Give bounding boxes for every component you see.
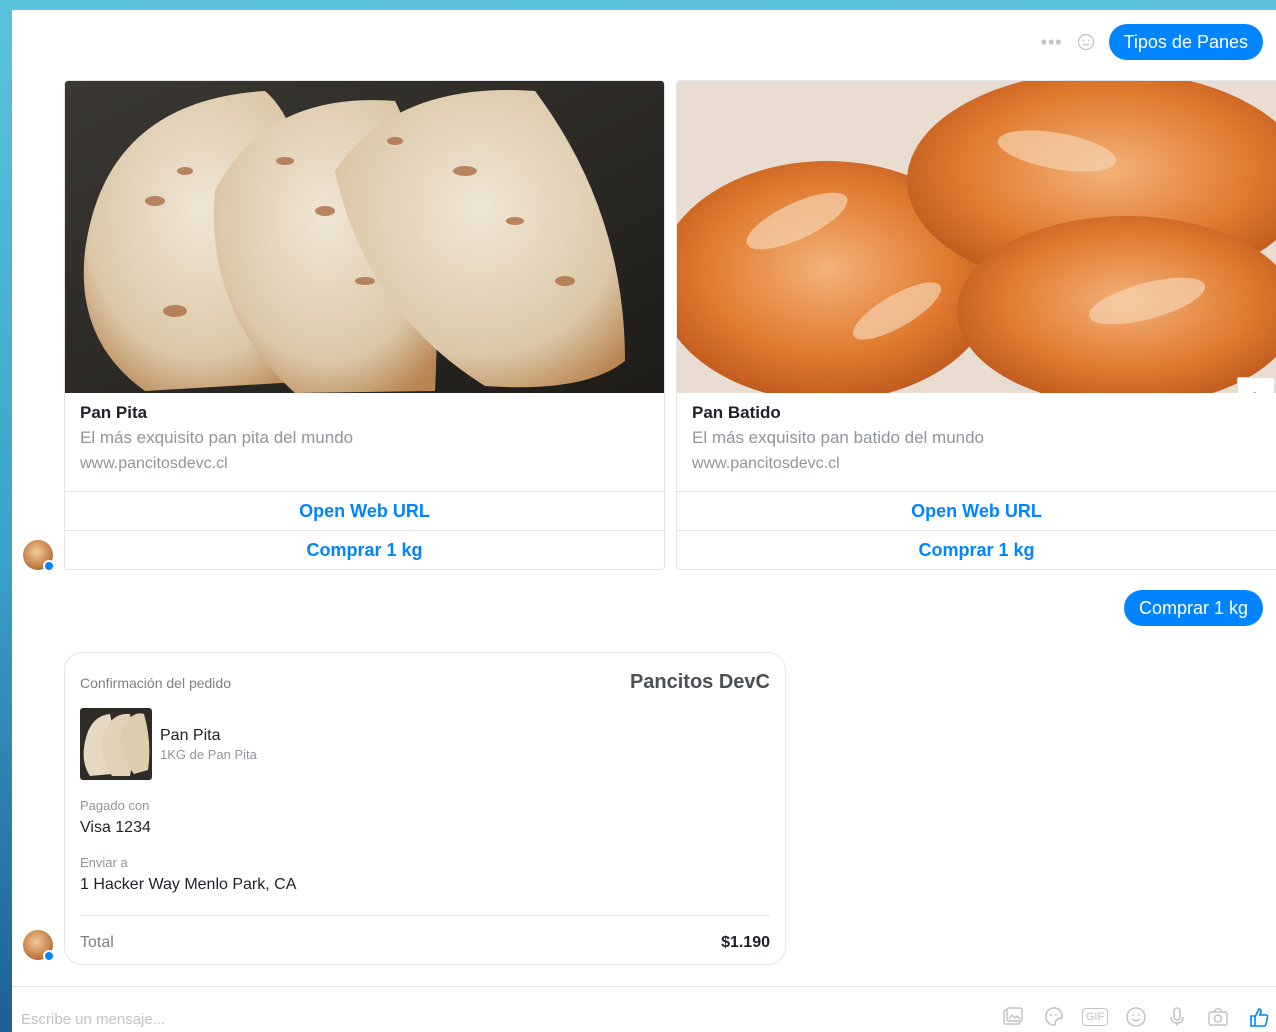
ship-to-value: 1 Hacker Way Menlo Park, CA [80,876,297,893]
total-value: $1.190 [721,934,770,951]
comprar-button[interactable]: Comprar 1 kg [65,531,664,569]
messenger-badge-icon [43,950,55,962]
pan-batido-image[interactable]: › [677,81,1276,393]
total-label: Total [80,934,114,951]
item-description: 1KG de Pan Pita [160,746,257,762]
card-url[interactable]: www.pancitosdevc.cl [692,451,1261,477]
microphone-icon[interactable] [1162,1002,1192,1032]
item-name: Pan Pita [160,726,221,744]
image-icon[interactable] [998,1002,1028,1032]
paid-with-label: Pagado con [80,798,150,813]
open-web-url-button[interactable]: Open Web URL [65,492,664,531]
sticker-icon[interactable] [1039,1002,1069,1032]
gif-label: GIF [1081,1007,1109,1026]
like-icon[interactable] [1244,1002,1274,1032]
order-receipt: Confirmación del pedido Pancitos DevC Pa… [64,652,786,965]
open-web-url-button[interactable]: Open Web URL [677,492,1276,531]
message-input[interactable]: Escribe un mensaje... [21,1011,165,1028]
bot-avatar[interactable] [23,540,55,572]
messenger-window: ••• Tipos de Panes Pan Pita El más exqui… [12,10,1276,1032]
bot-avatar[interactable] [23,930,55,962]
receipt-total-row: Total $1.190 [80,915,770,952]
carousel-card-pan-pita: Pan Pita El más exquisito pan pita del m… [64,80,665,570]
chevron-right-icon[interactable]: › [1237,377,1275,393]
camera-icon[interactable] [1203,1002,1233,1032]
smile-icon[interactable] [1077,33,1095,51]
user-message-bubble: Tipos de Panes [1108,24,1263,60]
ship-to-label: Enviar a [80,855,128,870]
receipt-label: Confirmación del pedido [80,674,231,691]
merchant-name: Pancitos DevC [629,671,770,693]
gif-icon[interactable]: GIF [1080,1002,1110,1032]
comprar-button[interactable]: Comprar 1 kg [677,531,1276,569]
emoji-icon[interactable] [1121,1002,1151,1032]
message-composer: Escribe un mensaje... GIF [12,986,1276,1032]
user-reply-bubble: Comprar 1 kg [1123,590,1263,626]
more-dots-icon[interactable]: ••• [1041,33,1063,51]
composer-toolbar: GIF [998,1002,1274,1032]
receipt-item: Pan Pita 1KG de Pan Pita [80,708,770,780]
card-subtitle: El más exquisito pan batido del mundo [692,428,985,447]
pan-pita-image[interactable] [65,81,664,393]
card-info: Pan Batido El más exquisito pan batido d… [677,393,1276,492]
card-title: Pan Batido [692,403,781,422]
carousel-card-pan-batido: › Pan Batido El más exquisito pan batido… [676,80,1276,570]
card-url[interactable]: www.pancitosdevc.cl [80,451,649,477]
messenger-badge-icon [43,560,55,572]
card-title: Pan Pita [80,403,148,422]
paid-with-value: Visa 1234 [80,819,151,836]
top-message-row: ••• Tipos de Panes [1041,24,1263,60]
item-thumbnail [80,708,152,780]
card-info: Pan Pita El más exquisito pan pita del m… [65,393,664,492]
card-subtitle: El más exquisito pan pita del mundo [80,428,354,447]
